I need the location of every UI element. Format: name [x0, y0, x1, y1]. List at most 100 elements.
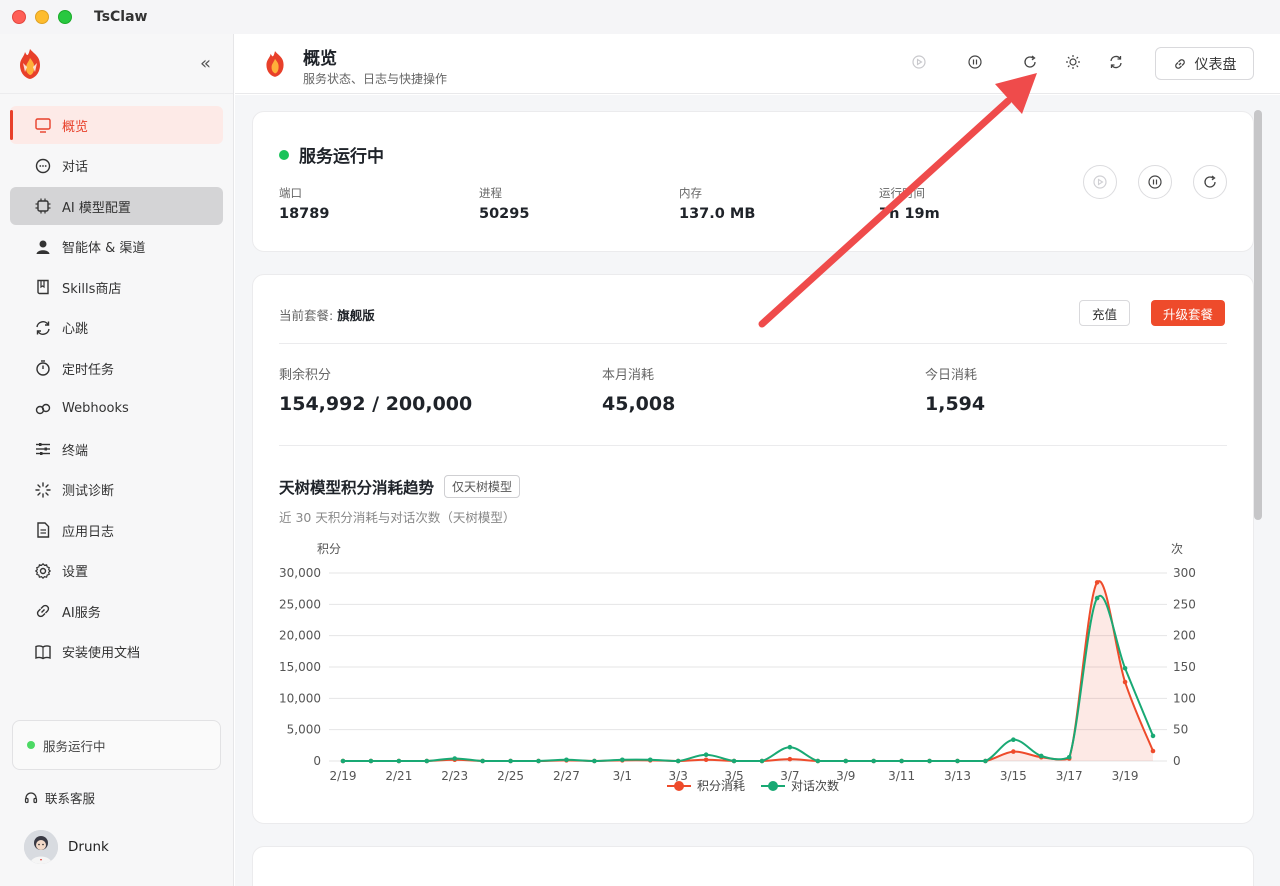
refresh-icon	[34, 319, 52, 337]
data-point-1-17	[815, 758, 821, 764]
sliders-icon	[34, 440, 52, 458]
recharge-button[interactable]: 充值	[1079, 300, 1131, 326]
sidebar-item-7[interactable]: Webhooks	[10, 390, 223, 428]
stat-label-memory: 内存	[679, 186, 702, 200]
page-title: 概览	[303, 49, 337, 69]
chart-title: 天树模型积分消耗趋势 仅天树模型	[279, 475, 521, 498]
dashboard-button[interactable]: 仪表盘	[1155, 47, 1254, 80]
x-tick-label: 3/1	[613, 769, 632, 783]
x-tick-label: 2/25	[497, 769, 524, 783]
data-point-0-27	[1094, 580, 1100, 585]
restart-service-button[interactable]	[1193, 165, 1227, 199]
sidebar-item-label: 应用日志	[62, 524, 115, 540]
sidebar-item-8[interactable]: 终端	[10, 430, 223, 468]
sidebar-item-4[interactable]: Skills商店	[10, 268, 223, 306]
x-tick-label: 3/15	[1000, 769, 1027, 783]
service-status-label: 服务运行中	[43, 738, 106, 754]
sidebar-item-13[interactable]: 安装使用文档	[10, 633, 223, 671]
divider	[279, 343, 1227, 344]
main-scrollbar[interactable]	[1254, 110, 1262, 520]
minimize-window-button[interactable]	[35, 10, 49, 24]
sidebar-item-label: 安装使用文档	[62, 646, 141, 661]
zoom-window-button[interactable]	[58, 10, 72, 24]
main-content: 服务运行中 端口 18789 进程 50295 内存 137.0 MB 运行时间…	[235, 95, 1280, 886]
chat-icon	[34, 157, 52, 175]
sidebar-item-12[interactable]: AI服务	[10, 592, 223, 630]
chip-icon	[34, 197, 52, 215]
data-point-0-16	[787, 756, 793, 762]
sidebar-item-1[interactable]: 对话	[10, 147, 223, 185]
y-tick-right: 150	[1173, 660, 1196, 674]
y-tick-right: 50	[1173, 723, 1188, 737]
avatar	[24, 830, 58, 864]
data-point-1-0	[340, 758, 346, 764]
y-tick-right: 0	[1173, 754, 1181, 768]
collapse-sidebar-icon[interactable]: «	[200, 53, 211, 74]
sidebar-item-10[interactable]: 应用日志	[10, 511, 223, 549]
sidebar: « 概览对话 AI 模型配置智能体 & 渠道 Skills商店 心跳 定时任务 Webho…	[0, 34, 234, 886]
webhook-icon	[34, 400, 52, 418]
x-tick-label: 3/19	[1112, 769, 1139, 783]
sidebar-item-9[interactable]: 测试诊断	[10, 471, 223, 509]
metric-value-remaining: 154,992 / 200,000	[279, 393, 473, 415]
sidebar-nav: 概览对话 AI 模型配置智能体 & 渠道 Skills商店 心跳 定时任务 Webhook…	[0, 94, 233, 671]
metric-label-remaining: 剩余积分	[279, 368, 332, 383]
sidebar-item-label: 对话	[62, 160, 89, 175]
data-point-1-28	[1122, 665, 1128, 671]
sidebar-item-11[interactable]: 设置	[10, 552, 223, 590]
series-area-0	[343, 581, 1153, 761]
series-line-0	[343, 580, 1154, 763]
stat-value-memory: 137.0 MB	[679, 206, 756, 222]
header-logo-icon	[266, 51, 284, 77]
series-line-1	[343, 594, 1154, 763]
restart-icon[interactable]	[1022, 54, 1038, 70]
status-title: 服务运行中	[279, 142, 384, 167]
x-tick-label: 3/17	[1056, 769, 1083, 783]
open-book-icon	[34, 643, 52, 661]
stop-service-button[interactable]	[1138, 165, 1172, 199]
data-point-1-14	[731, 758, 737, 764]
data-point-1-10	[620, 757, 625, 763]
data-point-1-6	[508, 758, 513, 764]
sidebar-item-label: Webhooks	[62, 401, 129, 416]
user-profile[interactable]: Drunk	[24, 830, 109, 864]
stat-value-uptime: 7h 19m	[879, 206, 940, 222]
sidebar-item-6[interactable]: 定时任务	[10, 349, 223, 387]
sidebar-item-5[interactable]: 心跳	[10, 309, 223, 347]
metric-value-today: 1,594	[925, 393, 986, 415]
data-point-1-23	[983, 758, 988, 764]
x-tick-label: 2/27	[553, 769, 580, 783]
pause-icon[interactable]	[967, 54, 983, 70]
y-tick-right: 100	[1173, 691, 1196, 705]
data-point-0-28	[1122, 679, 1128, 685]
contact-support-link[interactable]: 联系客服	[24, 788, 95, 807]
data-point-1-3	[424, 758, 430, 764]
user-icon	[34, 238, 52, 256]
data-point-1-24	[1011, 737, 1016, 742]
sidebar-item-2[interactable]: AI 模型配置	[10, 187, 223, 225]
legend-swatch-dot	[768, 781, 778, 791]
y-tick-right: 250	[1173, 597, 1196, 611]
plan-card: 当前套餐: 旗舰版 充值 升级套餐 剩余积分 154,992 / 200,000 …	[252, 274, 1254, 824]
data-point-0-29	[1150, 748, 1156, 754]
data-point-1-5	[480, 758, 485, 764]
usage-trend-chart: 积分 次 30,000 300 25,000 250 20,000 200 15,000 150 1…	[279, 542, 1196, 793]
sidebar-item-label: 测试诊断	[62, 484, 115, 499]
sidebar-item-3[interactable]: 智能体 & 渠道	[10, 228, 223, 266]
start-service-button[interactable]	[1083, 165, 1117, 199]
chart-title-text: 天树模型积分消耗趋势	[279, 478, 435, 497]
file-icon	[34, 521, 52, 539]
sun-icon[interactable]	[1065, 54, 1081, 70]
play-icon	[1093, 175, 1107, 189]
sidebar-item-0[interactable]: 概览	[10, 106, 223, 144]
upgrade-plan-button[interactable]: 升级套餐	[1151, 300, 1226, 326]
current-plan: 当前套餐: 旗舰版	[279, 305, 375, 324]
divider	[279, 445, 1227, 446]
play-icon[interactable]	[911, 54, 927, 70]
legend-label: 积分消耗	[697, 779, 745, 793]
sidebar-item-label: AI 模型配置	[62, 200, 131, 216]
data-point-1-7	[536, 758, 541, 764]
close-window-button[interactable]	[12, 10, 26, 24]
legend-label: 对话次数	[791, 778, 839, 793]
sync-icon[interactable]	[1108, 54, 1124, 70]
